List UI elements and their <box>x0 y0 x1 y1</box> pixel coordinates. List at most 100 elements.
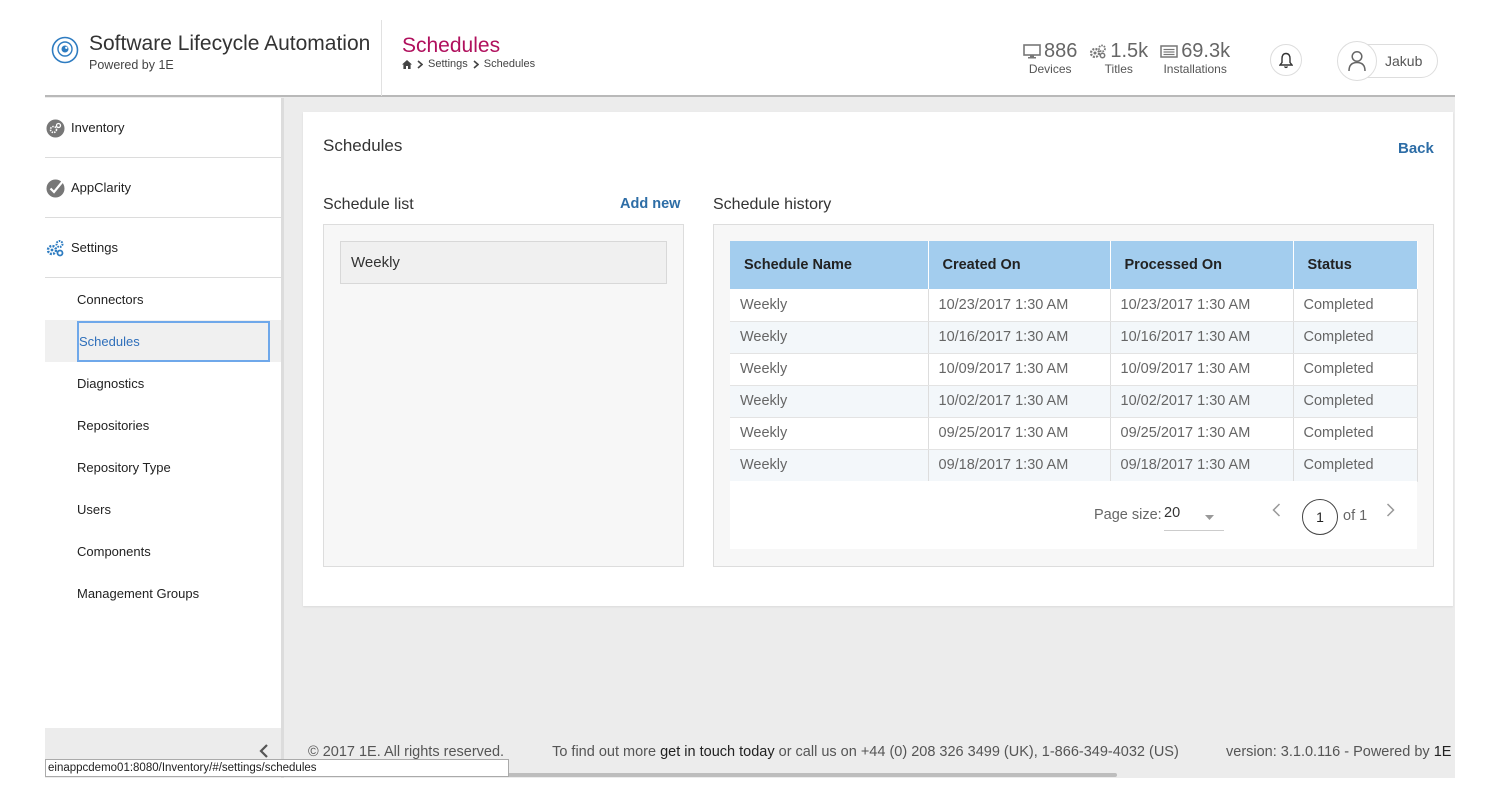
cell-processed-on: 09/18/2017 1:30 AM <box>1110 449 1294 482</box>
previous-page-icon[interactable] <box>1272 503 1281 517</box>
page-title: Schedules <box>402 34 501 57</box>
cell-processed-on: 10/23/2017 1:30 AM <box>1110 289 1294 322</box>
cell-status: Completed <box>1293 321 1418 354</box>
stat-installations[interactable]: 69.3k Installations <box>1160 40 1230 76</box>
cell-processed-on: 09/25/2017 1:30 AM <box>1110 417 1294 450</box>
table-row[interactable]: Weekly 10/09/2017 1:30 AM 10/09/2017 1:3… <box>730 353 1418 386</box>
header-stats: 886 Devices 1.5k Titles 69.3k Installati… <box>1023 40 1230 76</box>
breadcrumb: Settings Schedules <box>402 58 535 70</box>
top-header: Software Lifecycle Automation Powered by… <box>45 20 1455 97</box>
sidebar-item-inventory[interactable]: Inventory <box>45 98 281 158</box>
column-header-processed-on[interactable]: Processed On <box>1110 241 1294 289</box>
stat-value: 1.5k <box>1110 40 1149 62</box>
back-link[interactable]: Back <box>1398 140 1434 157</box>
appclarity-icon <box>46 179 65 198</box>
table-row[interactable]: Weekly 09/18/2017 1:30 AM 09/18/2017 1:3… <box>730 449 1418 482</box>
user-icon <box>1348 50 1366 72</box>
breadcrumb-schedules: Schedules <box>483 58 536 70</box>
footer: © 2017 1E. All rights reserved. To find … <box>308 744 1451 760</box>
table-row[interactable]: Weekly 10/23/2017 1:30 AM 10/23/2017 1:3… <box>730 289 1418 322</box>
schedules-card: Schedules Back Schedule list Add new Wee… <box>303 112 1453 606</box>
cell-schedule-name: Weekly <box>730 353 929 386</box>
footer-copyright: © 2017 1E. All rights reserved. <box>308 744 505 760</box>
avatar <box>1337 41 1377 81</box>
stat-label: Devices <box>1028 62 1072 76</box>
settings-submenu: Connectors Schedules Diagnostics Reposit… <box>45 278 281 614</box>
version-text: version: 3.1.0.116 - Powered by <box>1226 744 1430 760</box>
stat-devices[interactable]: 886 Devices <box>1023 40 1077 76</box>
collapse-sidebar-icon[interactable] <box>259 744 269 758</box>
table-row[interactable]: Weekly 10/16/2017 1:30 AM 10/16/2017 1:3… <box>730 321 1418 354</box>
cell-processed-on: 10/16/2017 1:30 AM <box>1110 321 1294 354</box>
page-size-value: 20 <box>1164 505 1181 521</box>
sidebar-item-repositories[interactable]: Repositories <box>45 404 281 446</box>
column-header-created-on[interactable]: Created On <box>928 241 1111 289</box>
monitor-icon <box>1023 43 1041 58</box>
chevron-right-icon <box>417 59 423 69</box>
schedule-list-item[interactable]: Weekly <box>340 241 667 284</box>
get-in-touch-link[interactable]: get in touch today <box>660 744 774 760</box>
sidebar-item-management-groups[interactable]: Management Groups <box>45 572 281 614</box>
sidebar-item-connectors[interactable]: Connectors <box>45 278 281 320</box>
sidebar-item-users[interactable]: Users <box>45 488 281 530</box>
user-menu[interactable]: Jakub <box>1337 41 1438 81</box>
pagination: Page size: 20 1 of 1 <box>730 481 1417 549</box>
column-header-status[interactable]: Status <box>1293 241 1418 289</box>
cell-processed-on: 10/09/2017 1:30 AM <box>1110 353 1294 386</box>
current-page-number[interactable]: 1 <box>1302 499 1338 535</box>
table-row[interactable]: Weekly 10/02/2017 1:30 AM 10/02/2017 1:3… <box>730 385 1418 418</box>
page-count-label: of 1 <box>1343 508 1368 524</box>
next-page-icon[interactable] <box>1386 503 1395 517</box>
sidebar-item-schedules[interactable]: Schedules <box>45 320 281 362</box>
installations-icon <box>1160 44 1178 58</box>
bell-icon <box>1279 52 1293 68</box>
cell-created-on: 10/09/2017 1:30 AM <box>928 353 1111 386</box>
status-bar-url: einappcdemo01:8080/Inventory/#/settings/… <box>45 759 509 777</box>
cell-created-on: 10/16/2017 1:30 AM <box>928 321 1111 354</box>
cell-status: Completed <box>1293 353 1418 386</box>
column-header-schedule-name[interactable]: Schedule Name <box>730 241 929 289</box>
home-icon[interactable] <box>402 59 412 69</box>
cell-status: Completed <box>1293 417 1418 450</box>
sidebar-item-repository-type[interactable]: Repository Type <box>45 446 281 488</box>
sidebar-item-components[interactable]: Components <box>45 530 281 572</box>
card-title: Schedules <box>323 136 403 155</box>
inventory-icon <box>46 119 65 138</box>
schedule-history-panel: Schedule Name Created On Processed On St… <box>713 224 1434 567</box>
table-row[interactable]: Weekly 09/25/2017 1:30 AM 09/25/2017 1:3… <box>730 417 1418 450</box>
cell-schedule-name: Weekly <box>730 449 929 482</box>
sidebar-item-label: Settings <box>71 240 118 255</box>
stat-titles[interactable]: 1.5k Titles <box>1089 40 1148 76</box>
add-new-link[interactable]: Add new <box>620 196 680 212</box>
gears-icon <box>1090 44 1107 58</box>
sidebar-item-label: Schedules <box>77 320 270 362</box>
cell-schedule-name: Weekly <box>730 385 929 418</box>
page-size-select[interactable]: 20 <box>1164 505 1224 531</box>
app-subtitle: Powered by 1E <box>89 58 174 72</box>
cell-processed-on: 10/02/2017 1:30 AM <box>1110 385 1294 418</box>
sidebar-item-settings[interactable]: Settings <box>45 218 281 278</box>
sidebar-item-diagnostics[interactable]: Diagnostics <box>45 362 281 404</box>
notifications-button[interactable] <box>1270 44 1302 76</box>
header-divider <box>381 20 382 96</box>
stat-label: Installations <box>1163 62 1227 76</box>
logo-icon <box>51 36 79 64</box>
sidebar-item-appclarity[interactable]: AppClarity <box>45 158 281 218</box>
cell-created-on: 10/02/2017 1:30 AM <box>928 385 1111 418</box>
schedule-history-title: Schedule history <box>713 196 832 213</box>
user-name: Jakub <box>1385 53 1423 69</box>
footer-find-out: To find out more <box>552 744 657 760</box>
cell-status: Completed <box>1293 449 1418 482</box>
chevron-right-icon <box>473 59 479 69</box>
schedule-history-table: Schedule Name Created On Processed On St… <box>730 241 1418 482</box>
sidebar: Inventory AppClarity Settings Connectors… <box>45 98 284 778</box>
breadcrumb-settings[interactable]: Settings <box>428 58 468 70</box>
stat-label: Titles <box>1104 62 1133 76</box>
settings-gears-icon <box>46 240 64 257</box>
stat-value: 69.3k <box>1181 40 1231 62</box>
table-header-row: Schedule Name Created On Processed On St… <box>730 241 1418 289</box>
schedule-list-title: Schedule list <box>323 196 414 213</box>
schedule-list-panel: Weekly <box>323 224 684 567</box>
cell-status: Completed <box>1293 385 1418 418</box>
cell-created-on: 09/25/2017 1:30 AM <box>928 417 1111 450</box>
